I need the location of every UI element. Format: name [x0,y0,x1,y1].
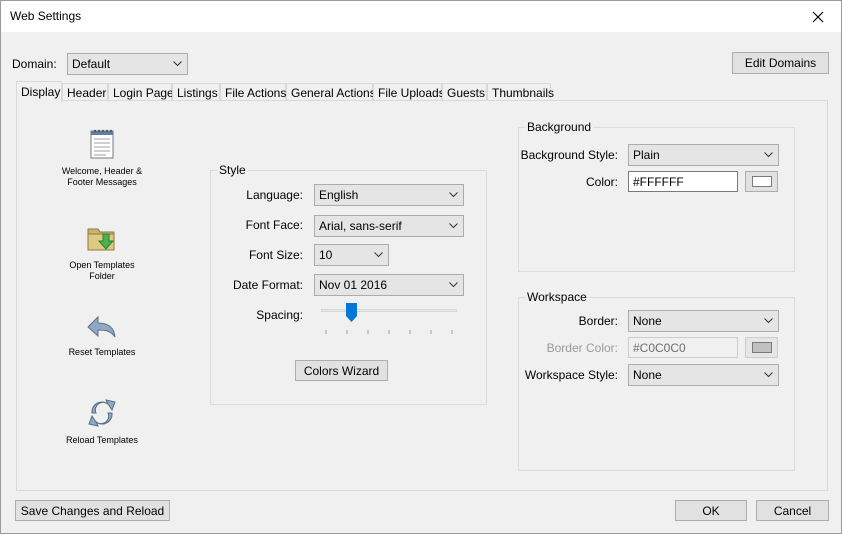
border-color-picker-button [745,337,778,358]
border-color-swatch [751,342,772,353]
welcome-header-footer-label: Welcome, Header & Footer Messages [61,166,143,187]
font-size-value: 10 [319,248,333,262]
domain-select[interactable]: Default [67,53,188,75]
background-style-value: Plain [633,148,660,162]
chevron-down-icon [449,223,458,229]
chevron-down-icon [764,372,773,378]
save-changes-reload-button[interactable]: Save Changes and Reload [15,500,170,521]
title-bar: Web Settings [1,1,841,32]
chevron-down-icon [764,318,773,324]
font-face-label: Font Face: [245,218,303,232]
reload-templates-item[interactable]: Reload Templates [57,397,147,446]
ok-button[interactable]: OK [675,500,747,521]
chevron-down-icon [449,282,458,288]
welcome-header-footer-item[interactable]: Welcome, Header & Footer Messages [57,128,147,188]
reload-arrows-icon [88,399,116,427]
spacing-slider[interactable] [321,302,457,334]
workspace-style-value: None [633,368,662,382]
tab-login-page[interactable]: Login Page [108,83,174,101]
workspace-group-title: Workspace [525,290,589,304]
tab-header[interactable]: Header [62,83,108,101]
open-templates-folder-label: Open Templates Folder [69,260,135,281]
folder-down-arrow-icon [87,228,115,251]
chevron-down-icon [764,152,773,158]
chevron-down-icon [374,252,383,258]
slider-thumb[interactable] [346,303,357,322]
cancel-button[interactable]: Cancel [756,500,829,521]
background-color-input[interactable]: #FFFFFF [628,171,738,192]
domain-select-value: Default [72,57,111,71]
font-face-select[interactable]: Arial, sans-serif [314,215,464,237]
background-color-swatch [751,176,772,187]
border-value: None [633,314,662,328]
open-templates-folder-item[interactable]: Open Templates Folder [57,222,147,282]
tab-file-actions[interactable]: File Actions [220,83,286,101]
border-color-label: Border Color: [546,341,618,355]
notepad-icon [90,129,114,159]
background-color-label: Color: [585,175,618,189]
style-group-title: Style [217,163,248,177]
colors-wizard-button[interactable]: Colors Wizard [295,360,388,381]
font-face-value: Arial, sans-serif [319,219,402,233]
tab-guests[interactable]: Guests [442,83,487,101]
date-format-label: Date Format: [232,278,303,292]
border-select[interactable]: None [628,310,779,332]
language-label: Language: [246,188,303,202]
tab-thumbnails[interactable]: Thumbnails [487,83,554,101]
date-format-select[interactable]: Nov 01 2016 [314,274,464,296]
undo-arrow-icon [87,315,116,338]
tab-file-uploads[interactable]: File Uploads [373,83,445,101]
language-value: English [319,188,359,202]
background-color-picker-button[interactable] [745,171,778,192]
window-title: Web Settings [10,9,82,23]
background-group-title: Background [525,120,594,134]
workspace-style-label: Workspace Style: [524,368,618,382]
tab-listings[interactable]: Listings [172,83,220,101]
workspace-style-select[interactable]: None [628,364,779,386]
slider-track [321,309,457,312]
background-style-label: Background Style: [520,148,618,162]
spacing-label: Spacing: [256,308,303,322]
chevron-down-icon [173,61,182,67]
slider-ticks [321,323,457,334]
tab-general-actions[interactable]: General Actions [286,83,376,101]
edit-domains-button[interactable]: Edit Domains [732,52,829,74]
language-select[interactable]: English [314,184,464,206]
web-settings-window: Web Settings Domain: Default Edit Domain… [0,0,842,534]
reset-templates-label: Reset Templates [68,347,136,357]
close-icon[interactable] [795,1,841,32]
background-style-select[interactable]: Plain [628,144,779,166]
border-label: Border: [578,314,618,328]
font-size-select[interactable]: 10 [314,244,389,266]
chevron-down-icon [449,192,458,198]
tab-display[interactable]: Display [16,81,62,102]
domain-label: Domain: [12,57,57,71]
date-format-value: Nov 01 2016 [319,278,388,292]
border-color-input: #C0C0C0 [628,337,738,358]
font-size-label: Font Size: [248,248,303,262]
reset-templates-item[interactable]: Reset Templates [57,313,147,358]
reload-templates-label: Reload Templates [66,435,138,445]
